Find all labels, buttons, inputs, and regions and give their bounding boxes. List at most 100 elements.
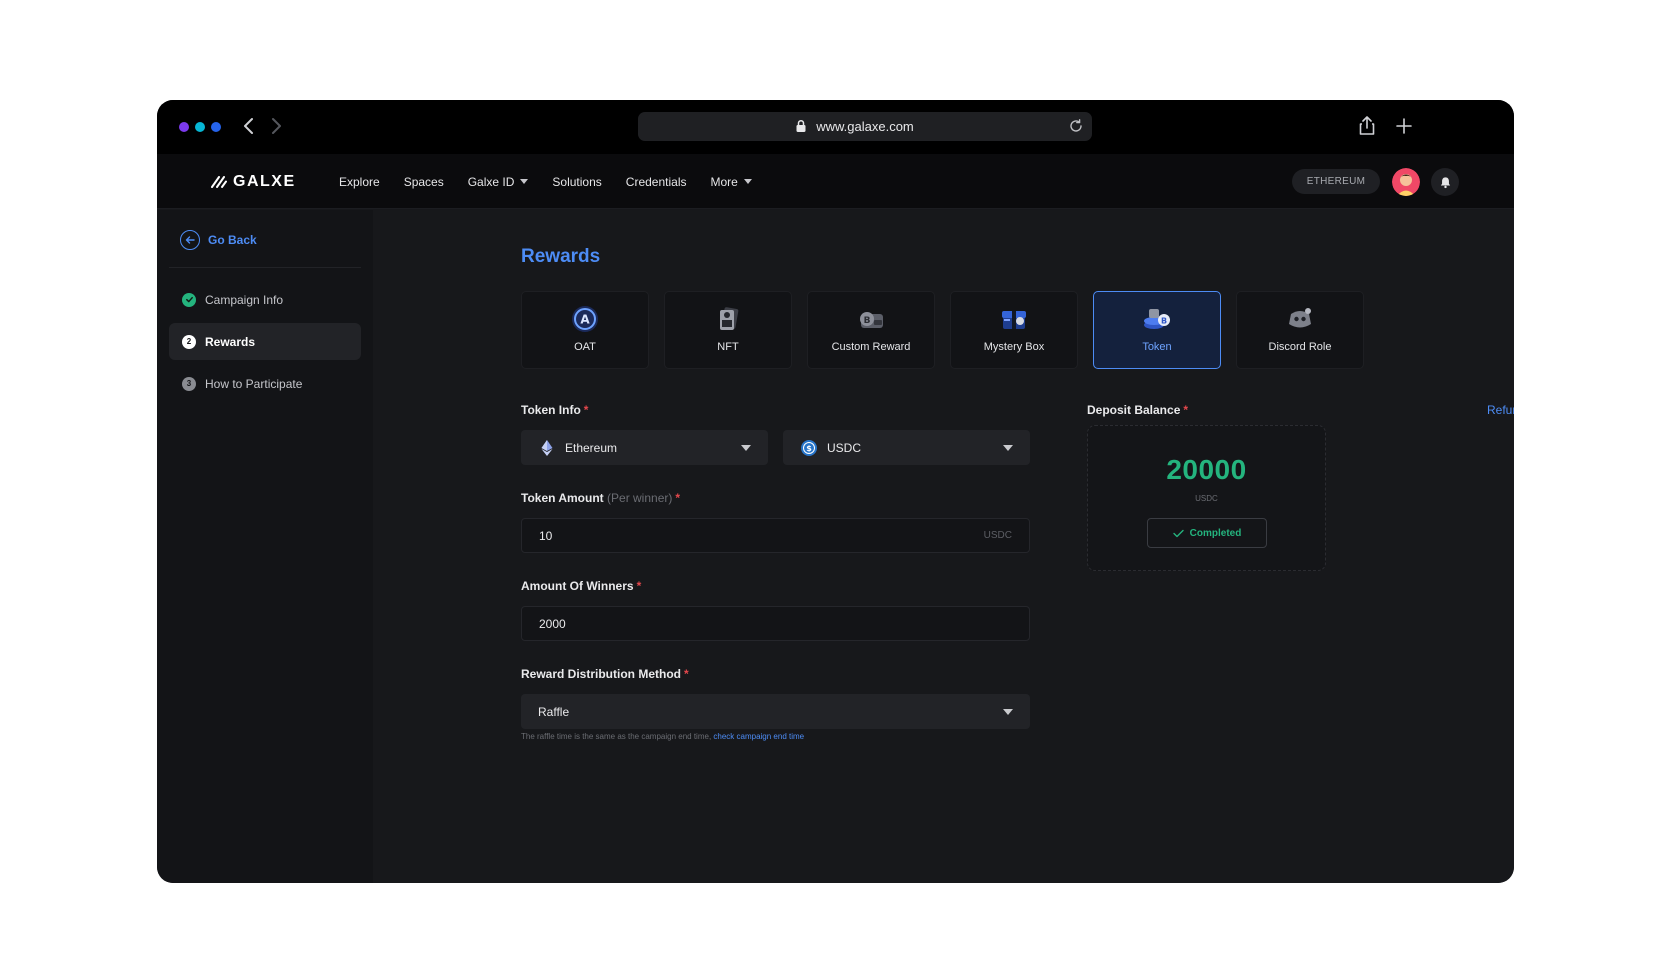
token-select[interactable]: $ USDC: [783, 430, 1030, 465]
usdc-icon: $: [801, 439, 817, 456]
step-number-badge: 2: [182, 334, 196, 349]
nft-icon: [712, 304, 744, 334]
reward-type-oat[interactable]: A OAT: [521, 291, 649, 369]
svg-text:A: A: [580, 313, 590, 327]
deposit-unit: USDC: [1195, 494, 1218, 503]
required-marker: *: [1183, 403, 1189, 417]
reward-type-discord-role[interactable]: Discord Role: [1236, 291, 1364, 369]
required-marker: *: [684, 667, 689, 681]
app-header: GALXE Explore Spaces Galxe ID Solutions …: [157, 154, 1514, 209]
chevron-down-icon: [1003, 445, 1013, 451]
token-value: USDC: [827, 440, 862, 455]
winners-label: Amount Of Winners *: [521, 579, 641, 593]
reward-type-label: Discord Role: [1268, 341, 1332, 353]
svg-text:B: B: [1161, 317, 1167, 326]
deposit-status-badge: Completed: [1147, 518, 1267, 548]
galxe-logo-icon: [211, 176, 227, 188]
ethereum-icon: [539, 439, 555, 456]
reward-type-nft[interactable]: NFT: [664, 291, 792, 369]
chain-select[interactable]: Ethereum: [521, 430, 768, 465]
reward-type-custom-reward[interactable]: B Custom Reward: [807, 291, 935, 369]
svg-text:$: $: [806, 444, 812, 453]
discord-role-icon: [1284, 304, 1316, 334]
token-amount-value: 10: [539, 528, 553, 543]
required-marker: *: [636, 579, 642, 593]
new-tab-icon[interactable]: [1392, 114, 1416, 138]
nav-label: More: [710, 174, 738, 189]
field-label-text: Token Amount: [521, 491, 604, 505]
share-icon[interactable]: [1355, 114, 1379, 138]
token-info-label: Token Info *: [521, 403, 588, 417]
brand-logo[interactable]: GALXE: [211, 170, 296, 194]
chain-value: Ethereum: [565, 440, 618, 455]
check-end-time-link[interactable]: check campaign end time: [713, 732, 804, 741]
refund-link[interactable]: Refund: [1487, 403, 1514, 417]
bell-icon: [1440, 176, 1450, 188]
step-rewards[interactable]: 2 Rewards: [169, 323, 361, 360]
token-amount-input[interactable]: 10 USDC: [521, 518, 1030, 553]
field-label-text: Amount Of Winners: [521, 579, 634, 593]
window-dot-cyan[interactable]: [195, 122, 205, 132]
distribution-select[interactable]: Raffle: [521, 694, 1030, 729]
nav-more[interactable]: More: [710, 174, 752, 189]
browser-window: www.galaxe.com GALXE Explore Spaces Galx…: [157, 100, 1514, 883]
step-campaign-info[interactable]: Campaign Info: [169, 281, 361, 318]
step-label: How to Participate: [205, 376, 303, 391]
field-label-text: Token Info: [521, 403, 581, 417]
window-dot-blue[interactable]: [211, 122, 221, 132]
reward-type-label: NFT: [717, 341, 739, 353]
check-icon: [182, 292, 196, 307]
window-dot-purple[interactable]: [179, 122, 189, 132]
distribution-label: Reward Distribution Method *: [521, 667, 689, 681]
reward-type-label: Mystery Box: [983, 341, 1045, 353]
required-marker: *: [675, 491, 681, 505]
reward-type-mystery-box[interactable]: Mystery Box: [950, 291, 1078, 369]
nav-label: Spaces: [403, 174, 444, 189]
field-label-text: Reward Distribution Method: [521, 667, 681, 681]
step-how-to-participate[interactable]: 3 How to Participate: [169, 365, 361, 402]
rewards-form: Rewards A OAT NFT B Custom Reward Myster…: [373, 210, 1514, 883]
field-hint: (Per winner): [607, 491, 673, 505]
caret-down-icon: [743, 179, 752, 184]
nav-galxe-id[interactable]: Galxe ID: [468, 175, 529, 189]
field-label-text: Deposit Balance: [1087, 403, 1181, 417]
go-back-button[interactable]: Go Back: [180, 230, 257, 250]
custom-reward-icon: B: [855, 304, 887, 334]
distribution-value: Raffle: [538, 704, 570, 719]
chevron-down-icon: [1003, 709, 1013, 715]
nav-credentials[interactable]: Credentials: [626, 175, 687, 189]
reward-type-label: Custom Reward: [831, 341, 911, 353]
main-nav: Explore Spaces Galxe ID Solutions Creden…: [339, 154, 752, 209]
nav-solutions[interactable]: Solutions: [552, 175, 601, 189]
deposit-status-text: Completed: [1189, 527, 1242, 539]
page-title: Rewards: [521, 246, 601, 267]
back-arrow-icon[interactable]: [237, 114, 261, 138]
user-avatar[interactable]: [1392, 168, 1420, 196]
notifications-button[interactable]: [1431, 168, 1459, 196]
oat-icon: A: [569, 304, 601, 334]
step-label: Rewards: [205, 334, 256, 349]
reward-type-token[interactable]: B Token: [1093, 291, 1221, 369]
reward-type-label: Token: [1142, 341, 1172, 353]
raffle-note-text: The raffle time is the same as the campa…: [521, 732, 714, 741]
chevron-down-icon: [741, 445, 751, 451]
winners-input[interactable]: 2000: [521, 606, 1030, 641]
address-bar[interactable]: www.galaxe.com: [638, 112, 1092, 141]
reload-icon[interactable]: [1068, 118, 1084, 134]
nav-spaces[interactable]: Spaces: [404, 175, 444, 189]
nav-explore[interactable]: Explore: [339, 175, 380, 189]
network-selector[interactable]: ETHEREUM: [1292, 169, 1380, 194]
avatar-image: [1392, 168, 1420, 196]
sidebar-divider: [169, 267, 361, 268]
step-label: Campaign Info: [205, 292, 284, 307]
nav-label: Galxe ID: [467, 174, 515, 189]
forward-arrow-icon[interactable]: [264, 114, 288, 138]
deposit-balance-card: 20000 USDC Completed: [1087, 425, 1326, 571]
svg-text:B: B: [864, 316, 871, 326]
check-icon: [1172, 529, 1184, 537]
token-amount-label: Token Amount (Per winner) *: [521, 491, 680, 505]
go-back-label: Go Back: [208, 233, 257, 247]
arrow-left-icon: [180, 230, 200, 250]
raffle-note: The raffle time is the same as the campa…: [521, 732, 804, 741]
token-icon: B: [1141, 304, 1173, 334]
